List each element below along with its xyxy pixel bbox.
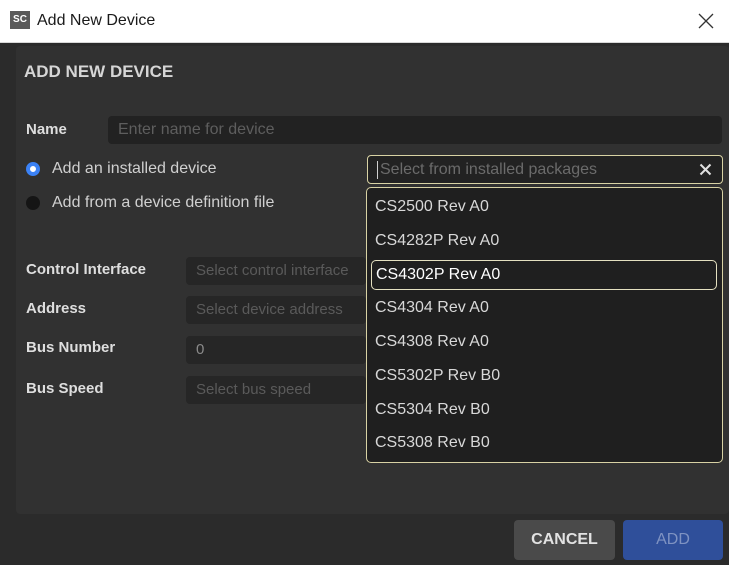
clear-icon[interactable] [699,163,712,176]
cancel-button[interactable]: CANCEL [514,520,615,560]
window-close-button[interactable] [683,0,729,42]
control-interface-label: Control Interface [26,261,147,278]
bus-speed-select[interactable]: Select bus speed [186,376,366,404]
text-caret [377,161,378,179]
radio-label-installed: Add an installed device [52,160,217,177]
control-interface-select[interactable]: Select control interface [186,257,366,285]
package-option[interactable]: CS4308 Rev A0 [371,327,717,357]
dialog-heading: ADD NEW DEVICE [24,62,174,81]
radio-add-installed[interactable]: Add an installed device [26,160,217,178]
package-select-placeholder: Select from installed packages [380,161,597,178]
package-option[interactable]: CS5308 Rev B0 [371,428,717,458]
address-select[interactable]: Select device address [186,296,366,324]
radio-checked-icon[interactable] [26,162,40,176]
package-option[interactable]: CS5304 Rev B0 [371,395,717,425]
app-icon: SC [10,11,30,29]
package-option-highlighted[interactable]: CS4302P Rev A0 [371,260,717,290]
close-icon [698,13,714,29]
address-label: Address [26,300,87,317]
package-option[interactable]: CS4304 Rev A0 [371,293,717,323]
bus-number-input[interactable]: 0 [186,336,366,364]
package-dropdown-list: CS2500 Rev A0 CS4282P Rev A0 CS4302P Rev… [366,187,723,463]
bus-number-label: Bus Number [26,339,116,356]
window-title: Add New Device [37,12,156,29]
name-input[interactable]: Enter name for device [108,116,722,144]
radio-unchecked-icon[interactable] [26,196,40,210]
package-option[interactable]: CS5302P Rev B0 [371,361,717,391]
add-button[interactable]: ADD [623,520,723,560]
bus-speed-label: Bus Speed [26,380,104,397]
radio-label-file: Add from a device definition file [52,194,275,211]
radio-add-from-file[interactable]: Add from a device definition file [26,194,274,212]
package-select[interactable]: Select from installed packages [367,155,723,184]
title-bar: SC Add New Device [0,0,729,43]
package-option[interactable]: CS2500 Rev A0 [371,192,717,222]
name-label: Name [26,121,67,138]
package-option[interactable]: CS4282P Rev A0 [371,226,717,256]
